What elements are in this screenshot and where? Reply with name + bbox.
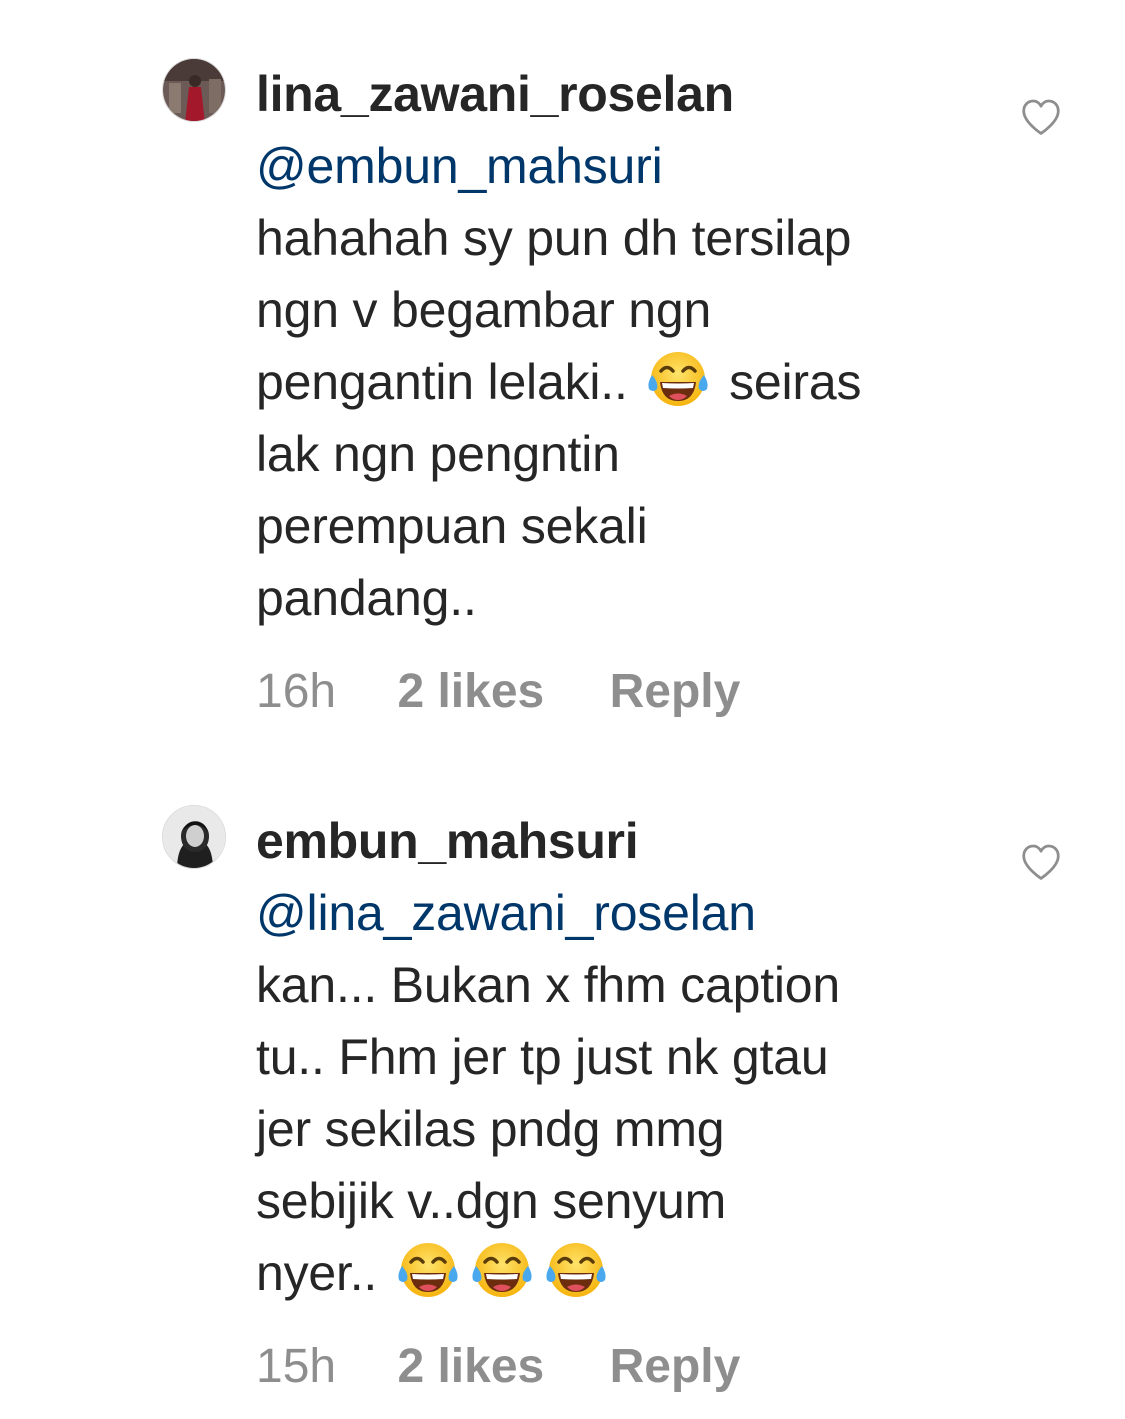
comment-line: perempuan sekali [256,498,648,554]
comment-body: embun_mahsuri @lina_zawani_roselan kan..… [256,805,976,1397]
comment-line: tu.. Fhm jer tp just nk gtau [256,1029,829,1085]
comment-line: hahahah sy pun dh tersilap [256,210,852,266]
comment-line: lak ngn pengntin [256,426,620,482]
comment-body: lina_zawani_roselan @embun_mahsuri hahah… [256,58,976,722]
heart-outline-icon[interactable] [1020,843,1062,881]
comment-line: kan... Bukan x fhm caption [256,957,841,1013]
comment-line-text: nyer.. [256,1245,391,1301]
tears-of-joy-emoji-icon [395,1238,461,1304]
comment-text: @embun_mahsuri hahahah sy pun dh tersila… [256,130,976,634]
comment-line: ngn v begambar ngn [256,282,712,338]
reply-button[interactable]: Reply [610,662,741,722]
comment-likes-count[interactable]: 2 likes [397,662,544,722]
reply-button[interactable]: Reply [610,1337,741,1397]
comment-line-text: pengantin lelaki.. [256,354,642,410]
comment-line: pengantin lelaki.. seiras [256,346,976,418]
avatar[interactable] [162,58,226,122]
comment-timestamp[interactable]: 15h [256,1337,336,1397]
heart-outline-icon[interactable] [1020,98,1062,136]
comment-line: nyer.. [256,1237,976,1309]
comment-username[interactable]: embun_mahsuri [256,805,976,877]
comment-timestamp[interactable]: 16h [256,662,336,722]
comment-line-text: seiras [715,354,862,410]
comment-line: sebijik v..dgn senyum [256,1173,727,1229]
comment-text: @lina_zawani_roselan kan... Bukan x fhm … [256,877,976,1309]
comment-mention[interactable]: @embun_mahsuri [256,130,976,202]
comment-line: pandang.. [256,570,477,626]
comment-meta: 16h 2 likes Reply [256,662,976,722]
tears-of-joy-emoji-icon [645,347,711,413]
comment-mention[interactable]: @lina_zawani_roselan [256,877,976,949]
tears-of-joy-emoji-icon [543,1238,609,1304]
avatar[interactable] [162,805,226,869]
comment-username[interactable]: lina_zawani_roselan [256,58,976,130]
comment-likes-count[interactable]: 2 likes [397,1337,544,1397]
tears-of-joy-emoji-icon [469,1238,535,1304]
comment-line: jer sekilas pndg mmg [256,1101,725,1157]
comment-meta: 15h 2 likes Reply [256,1337,976,1397]
